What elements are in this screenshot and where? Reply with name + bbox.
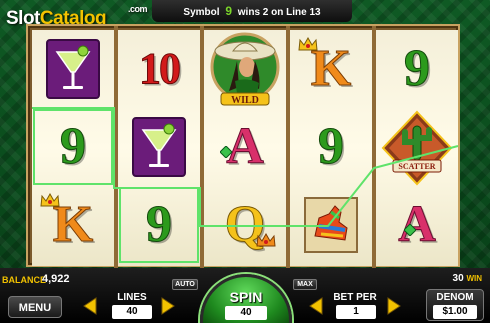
reel-2: 10 9	[118, 30, 200, 266]
lines-value: 40	[112, 305, 152, 319]
reel-1-cell-1	[32, 30, 114, 108]
win-message-banner: Symbol 9 wins 2 on Line 13	[152, 0, 352, 22]
bet-per-increase-arrow-icon[interactable]	[386, 296, 404, 316]
reel-3-cell-3: Q	[204, 186, 286, 264]
reel-2-cell-3: 9	[118, 186, 200, 264]
total-bet-value: 40	[225, 306, 267, 320]
margarita-icon	[46, 39, 100, 99]
symbol-9: 9	[60, 118, 87, 175]
bet-per-label: BET PER	[333, 292, 377, 303]
reel-3: WILD A Q	[204, 30, 286, 266]
reel-1: 9 K	[32, 30, 114, 266]
bet-per-decrease-arrow-icon[interactable]	[306, 296, 324, 316]
scatter-label: SCATTER	[398, 162, 435, 171]
reel-4: K 9	[290, 30, 372, 266]
reel-5-cell-1: 9	[376, 30, 458, 108]
reel-5: 9 SCATTER A	[376, 30, 458, 266]
reel-5-cell-3: A	[376, 186, 458, 264]
gem-icon	[404, 224, 416, 236]
reel-5-cell-2: SCATTER	[376, 108, 458, 186]
auto-button[interactable]: AUTO	[172, 279, 198, 290]
lines-decrease-arrow-icon[interactable]	[80, 296, 98, 316]
denom-value: $1.00	[433, 305, 477, 319]
reel-3-cell-2: A	[204, 108, 286, 186]
pinata-icon	[304, 197, 358, 253]
reel-1-cell-2: 9	[32, 108, 114, 186]
win-message-symbol: 9	[225, 4, 232, 18]
margarita-icon	[132, 117, 186, 177]
win-amount-value: 30	[452, 273, 464, 284]
wild-label: WILD	[231, 95, 259, 106]
senorita-wild-icon: WILD	[210, 32, 280, 106]
spin-label: SPIN	[229, 289, 263, 305]
symbol-9: 9	[404, 40, 431, 97]
reel-2-cell-1: 10	[118, 30, 200, 108]
max-bet-button[interactable]: MAX	[293, 279, 317, 290]
menu-button[interactable]: MENU	[8, 296, 62, 318]
reel-4-cell-3	[290, 186, 372, 264]
balance-value: 4,922	[42, 273, 70, 285]
reel-3-cell-1: WILD	[204, 30, 286, 110]
crown-icon	[40, 192, 60, 207]
cactus-scatter-icon: SCATTER	[381, 110, 453, 186]
win-amount: 30 WIN	[453, 273, 482, 284]
denom-label: DENOM	[436, 292, 474, 303]
reel-2-cell-2	[118, 108, 200, 186]
watermark-suffix: .com	[128, 4, 148, 14]
symbol-9: 9	[318, 118, 345, 175]
lines-label: LINES	[117, 292, 147, 303]
reel-4-cell-1: K	[290, 30, 372, 108]
reel-frame: 9 K 10 9 WILD A Q K 9 9 SCATTER A	[26, 24, 460, 269]
crown-icon	[298, 36, 318, 51]
bet-per-value: 1	[336, 305, 376, 319]
win-amount-label: WIN	[466, 274, 482, 283]
win-message-suffix: wins 2 on Line 13	[237, 7, 321, 18]
reel-4-cell-2: 9	[290, 108, 372, 186]
slot-game-screen: SlotCatalog .com Symbol 9 wins 2 on Line…	[0, 0, 490, 323]
crown-icon	[256, 232, 276, 247]
lines-increase-arrow-icon[interactable]	[160, 296, 178, 316]
balance-label: BALANCE	[2, 275, 46, 285]
gem-icon	[220, 146, 232, 158]
symbol-10: 10	[139, 44, 182, 93]
reel-1-cell-3: K	[32, 186, 114, 264]
win-message-prefix: Symbol	[183, 7, 220, 18]
symbol-9: 9	[146, 196, 173, 253]
